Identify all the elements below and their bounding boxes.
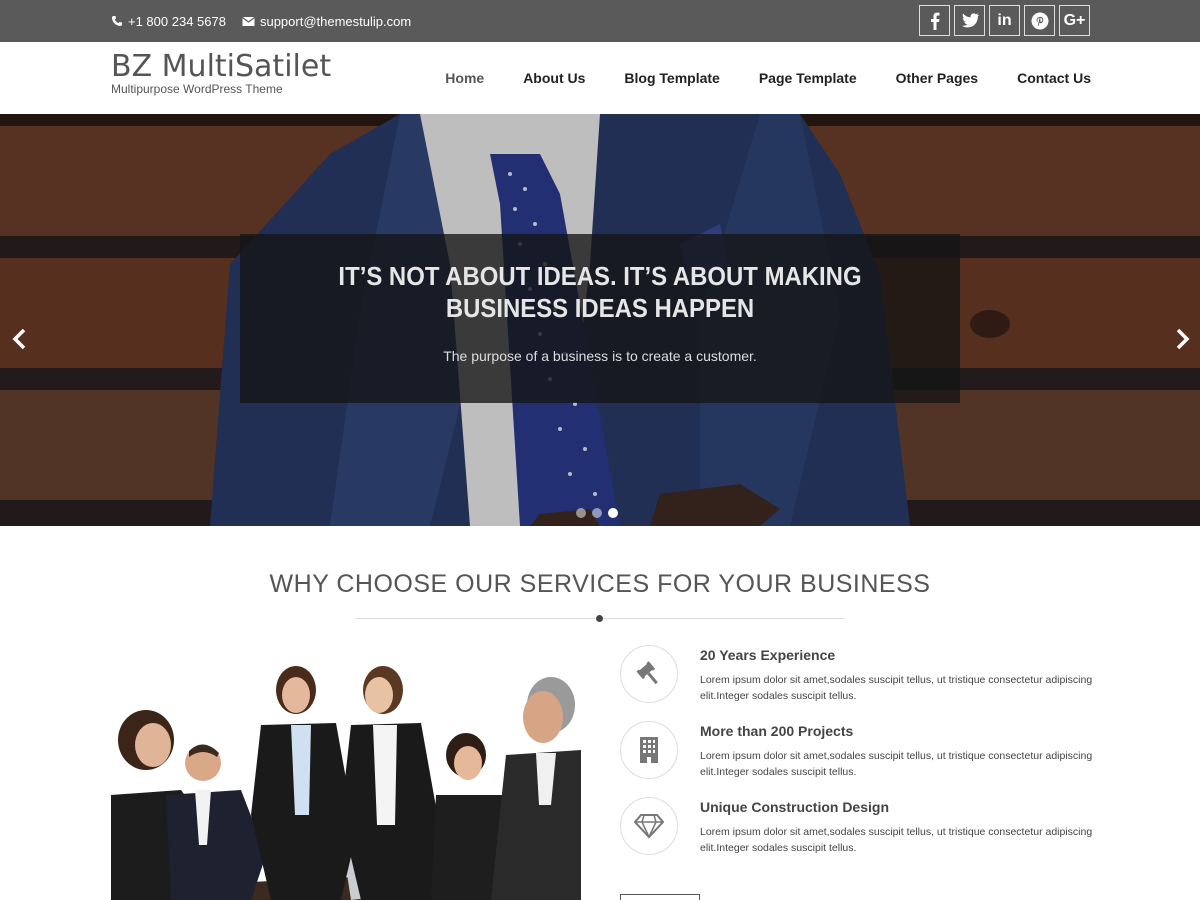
chevron-left-icon	[12, 328, 26, 350]
feature-title: 20 Years Experience	[700, 647, 836, 663]
feature-text: Lorem ipsum dolor sit amet,sodales susci…	[700, 826, 1093, 854]
phone: +1 800 234 5678	[111, 14, 226, 29]
slider-dot-3[interactable]	[608, 508, 618, 518]
chevron-right-icon	[1176, 328, 1190, 350]
phone-icon	[112, 16, 122, 26]
hero-subtitle: The purpose of a business is to create a…	[443, 348, 757, 364]
feature-item: More than 200 Projects Lorem ipsum dolor…	[620, 721, 1100, 797]
phone-number: +1 800 234 5678	[128, 13, 226, 29]
feature-icon-circle	[620, 797, 678, 855]
nav-blog-template[interactable]: Blog Template	[624, 70, 719, 86]
pinterest-icon	[1031, 12, 1048, 29]
feature-item: Unique Construction Design Lorem ipsum d…	[620, 797, 1100, 873]
gavel-icon	[636, 661, 658, 685]
section-title: WHY CHOOSE OUR SERVICES FOR YOUR BUSINES…	[269, 570, 931, 598]
feature-icon-circle	[620, 721, 678, 779]
read-more-button[interactable]	[620, 894, 700, 900]
twitter-button[interactable]	[954, 5, 985, 36]
google-plus-icon: G+	[1063, 11, 1086, 29]
facebook-icon	[930, 12, 939, 30]
pinterest-button[interactable]	[1024, 5, 1055, 36]
contact-info: +1 800 234 5678 support@themestulip.com	[111, 0, 427, 42]
linkedin-button[interactable]: in	[989, 5, 1020, 36]
linkedin-icon: in	[997, 11, 1012, 29]
section-divider-dot	[596, 615, 603, 622]
slider-dot-2[interactable]	[592, 508, 602, 518]
feature-text: Lorem ipsum dolor sit amet,sodales susci…	[700, 674, 1093, 702]
hero-slider: IT’S NOT ABOUT IDEAS. IT’S ABOUT MAKING …	[0, 114, 1200, 526]
site-header: BZ MultiSatilet Multipurpose WordPress T…	[0, 42, 1200, 114]
site-name: BZ MultiSatilet	[111, 49, 332, 84]
nav-page-template[interactable]: Page Template	[759, 70, 857, 86]
google-plus-button[interactable]: G+	[1059, 5, 1090, 36]
email: support@themestulip.com	[242, 14, 411, 29]
envelope-icon	[242, 16, 255, 26]
logo[interactable]: BZ MultiSatilet Multipurpose WordPress T…	[111, 49, 332, 97]
email-address[interactable]: support@themestulip.com	[260, 14, 411, 29]
nav-contact-us[interactable]: Contact Us	[1017, 70, 1091, 86]
site-tagline: Multipurpose WordPress Theme	[111, 82, 283, 96]
diamond-icon	[634, 814, 664, 839]
top-bar: +1 800 234 5678 support@themestulip.com …	[0, 0, 1200, 42]
nav-home[interactable]: Home	[445, 70, 484, 86]
feature-title: Unique Construction Design	[700, 799, 889, 815]
nav-other-pages[interactable]: Other Pages	[896, 70, 978, 86]
building-icon	[640, 737, 658, 763]
facebook-button[interactable]	[919, 5, 950, 36]
hero-title: IT’S NOT ABOUT IDEAS. IT’S ABOUT MAKING …	[338, 261, 862, 323]
feature-item: 20 Years Experience Lorem ipsum dolor si…	[620, 645, 1100, 721]
nav-about-us[interactable]: About Us	[523, 70, 585, 86]
twitter-icon	[961, 13, 979, 28]
main-nav: Home About Us Blog Template Page Templat…	[406, 42, 1091, 114]
slider-dot-1[interactable]	[576, 508, 586, 518]
social-links: in G+	[915, 5, 1090, 36]
feature-text: Lorem ipsum dolor sit amet,sodales susci…	[700, 750, 1093, 778]
slider-prev-button[interactable]	[8, 324, 32, 354]
slider-next-button[interactable]	[1170, 324, 1194, 354]
features-list: 20 Years Experience Lorem ipsum dolor si…	[620, 645, 1100, 873]
feature-title: More than 200 Projects	[700, 723, 854, 739]
team-image	[111, 645, 581, 900]
hero-caption: IT’S NOT ABOUT IDEAS. IT’S ABOUT MAKING …	[240, 234, 960, 403]
slider-dots	[576, 508, 624, 518]
feature-icon-circle	[620, 645, 678, 703]
